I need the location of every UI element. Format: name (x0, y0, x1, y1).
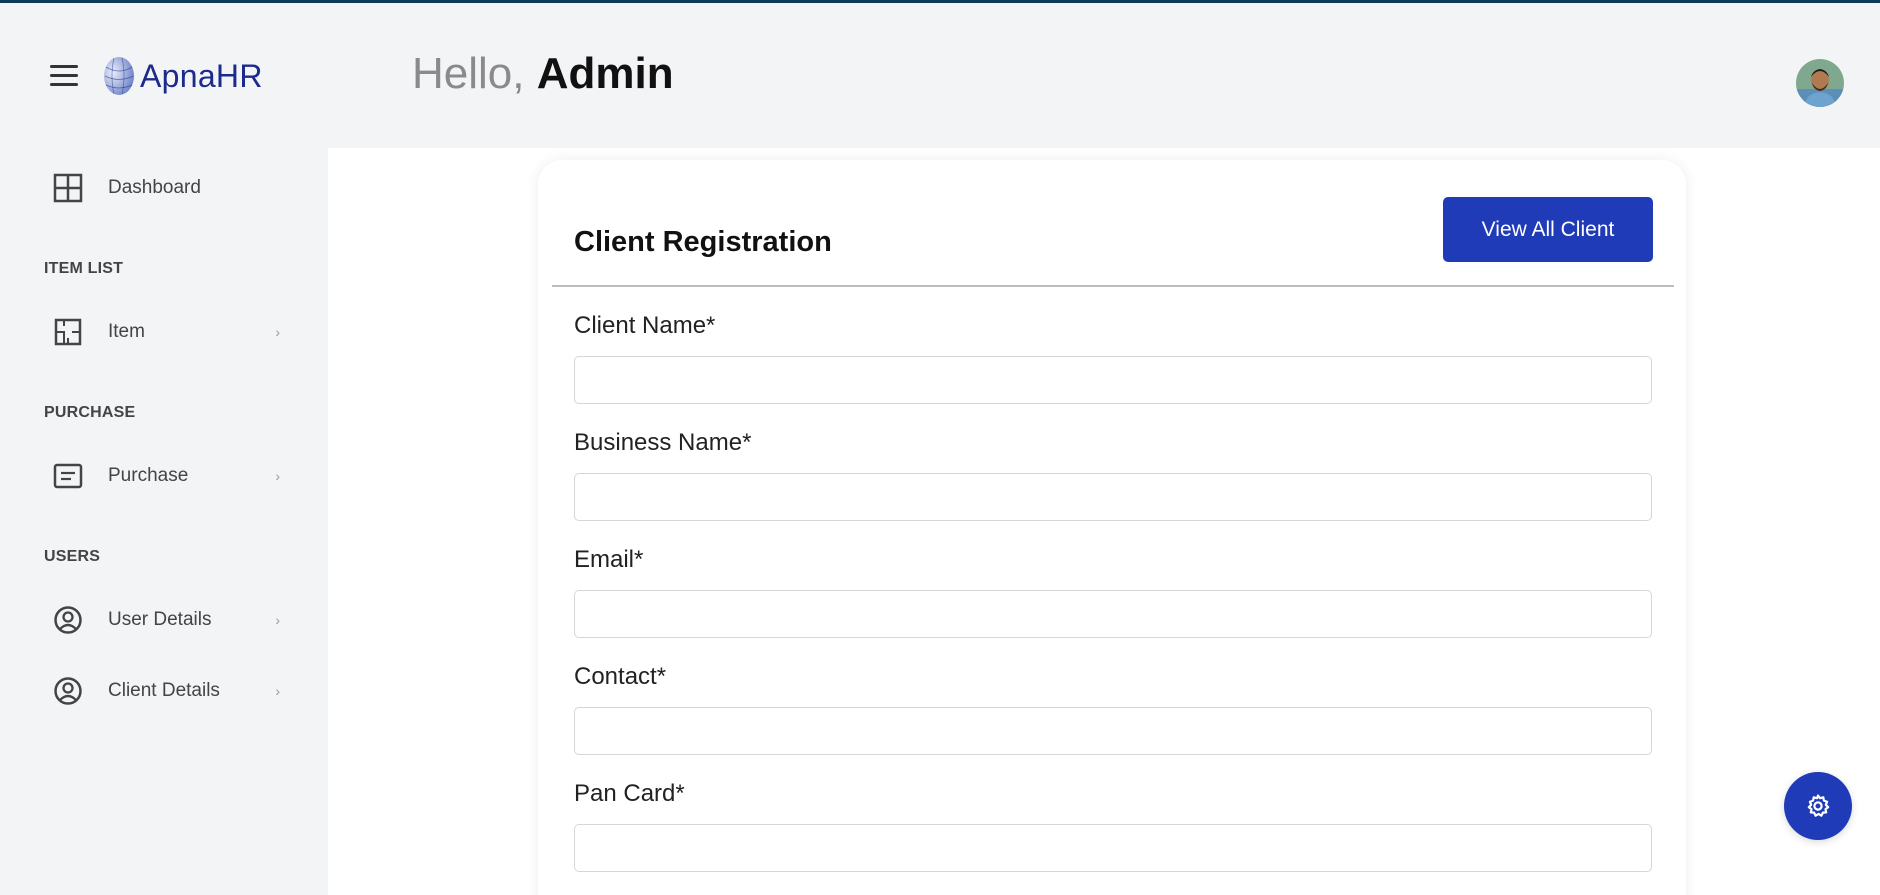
chevron-right-icon: › (275, 612, 280, 628)
sidebar-item-item[interactable]: Item › (50, 312, 280, 352)
greeting-prefix: Hello, (412, 49, 525, 98)
grid-icon (50, 170, 86, 206)
sidebar-item-label: User Details (108, 609, 212, 630)
view-all-client-button[interactable]: View All Client (1443, 197, 1653, 262)
section-title-item-list: ITEM LIST (44, 260, 124, 277)
sidebar-item-user-details[interactable]: User Details › (50, 600, 280, 640)
document-icon (50, 458, 86, 494)
main-content: Client Registration View All Client Clie… (328, 148, 1880, 895)
client-name-input[interactable] (574, 356, 1652, 404)
brand-logo[interactable]: ApnaHR (102, 55, 263, 97)
client-name-label: Client Name* (574, 312, 716, 339)
page-title: Client Registration (574, 226, 832, 258)
chevron-right-icon: › (275, 468, 280, 484)
sidebar-item-label: Client Details (108, 680, 220, 701)
brand-name: ApnaHR (140, 57, 263, 94)
section-title-purchase: PURCHASE (44, 404, 136, 421)
sidebar-item-label: Item (108, 321, 145, 342)
pan-card-input[interactable] (574, 824, 1652, 872)
contact-input[interactable] (574, 707, 1652, 755)
business-name-label: Business Name* (574, 429, 752, 456)
section-title-users: USERS (44, 548, 101, 565)
sidebar-item-dashboard[interactable]: Dashboard (50, 168, 280, 208)
menu-icon[interactable] (50, 65, 78, 87)
avatar-image (1796, 59, 1844, 107)
client-registration-card: Client Registration View All Client Clie… (538, 160, 1686, 895)
business-name-input[interactable] (574, 473, 1652, 521)
chevron-right-icon: › (275, 683, 280, 699)
email-input[interactable] (574, 590, 1652, 638)
avatar[interactable] (1796, 59, 1844, 107)
header: ApnaHR Hello, Admin (0, 3, 1880, 148)
sidebar-item-purchase[interactable]: Purchase › (50, 456, 280, 496)
floorplan-icon (50, 314, 86, 350)
sidebar: Dashboard ITEM LIST Item › PURCHASE Purc… (0, 148, 328, 895)
divider (552, 285, 1674, 287)
globe-logo-icon (104, 57, 134, 95)
sidebar-item-label: Dashboard (108, 177, 201, 198)
user-circle-icon (50, 602, 86, 638)
settings-button[interactable] (1784, 772, 1852, 840)
pan-card-label: Pan Card* (574, 780, 685, 807)
gear-icon (1807, 794, 1830, 817)
sidebar-item-client-details[interactable]: Client Details › (50, 671, 280, 711)
greeting: Hello, Admin (412, 49, 674, 99)
chevron-right-icon: › (275, 324, 280, 340)
contact-label: Contact* (574, 663, 667, 690)
user-circle-icon (50, 673, 86, 709)
email-label: Email* (574, 546, 644, 573)
greeting-username: Admin (536, 49, 674, 98)
sidebar-item-label: Purchase (108, 465, 189, 486)
